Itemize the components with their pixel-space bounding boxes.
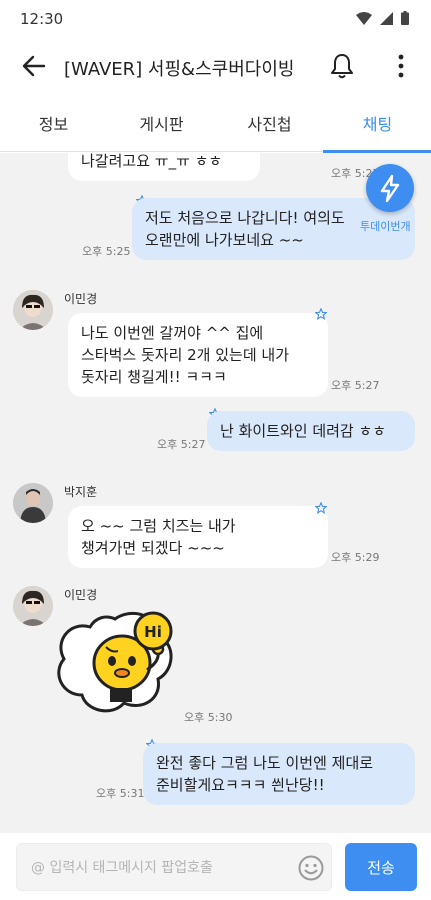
battery-icon [401,11,409,25]
status-time: 12:30 [20,10,64,28]
favorite-star-icon[interactable] [315,502,327,514]
back-arrow-icon[interactable] [20,52,48,80]
status-bar: 12:30 [0,0,431,38]
avatar[interactable] [13,290,53,330]
sticker-text: Hi [144,623,162,641]
message-time: 오후 5:27 [157,438,206,451]
favorite-star-icon[interactable] [315,308,327,320]
avatar[interactable] [13,586,53,626]
app-bar: [WAVER] 서핑&스쿠버다이빙 [0,38,431,96]
avatar[interactable] [13,483,53,523]
notification-bell-icon[interactable] [327,51,357,81]
quick-meetup-label[interactable]: 투데이번개 [360,218,411,234]
emoji-icon[interactable] [297,854,325,882]
message-bubble-outgoing[interactable]: 난 화이트와인 데려감 ㅎㅎ [207,411,415,451]
status-icons [356,11,409,25]
chat-message-list[interactable]: 나갈려고요 ㅠ_ㅠ ㅎㅎ 오후 5:27 저도 처음으로 나갑니다! 여의도 오… [0,153,431,833]
cellular-signal-icon [380,11,393,25]
message-time: 오후 5:27 [331,379,380,392]
message-bubble-incoming[interactable]: 나도 이번엔 갈꺼야 ^^ 집에 스타벅스 돗자리 2개 있는데 내가 돗자리 … [68,313,328,397]
sender-name: 박지훈 [64,485,98,499]
message-input[interactable] [31,857,286,879]
message-time: 오후 5:25 [82,245,131,258]
sender-name: 이민경 [64,588,98,602]
message-time: 오후 5:31 [96,787,145,800]
tab-bar: 정보 게시판 사진첩 채팅 [0,96,431,152]
message-bubble-incoming[interactable]: 나갈려고요 ㅠ_ㅠ ㅎㅎ [68,153,260,181]
chat-room-title: [WAVER] 서핑&스쿠버다이빙 [64,59,295,80]
send-button[interactable]: 전송 [345,843,417,891]
wifi-icon [356,11,372,25]
more-options-icon[interactable] [390,51,412,81]
message-composer: 전송 [0,833,431,900]
message-time: 오후 5:29 [331,551,380,564]
tab-album[interactable]: 사진첩 [216,96,323,152]
tab-board[interactable]: 게시판 [108,96,215,152]
message-bubble-incoming[interactable]: 오 ~~ 그럼 치즈는 내가 챙겨가면 되겠다 ~~~ [68,506,328,568]
tab-info[interactable]: 정보 [0,96,107,152]
message-bubble-outgoing[interactable]: 완전 좋다 그럼 나도 이번엔 제대로 준비할게요ㅋㅋㅋ 씐난당!! [143,743,415,805]
message-time: 오후 5:30 [184,711,233,724]
hi-sticker[interactable]: Hi [50,603,180,723]
message-input-container[interactable] [16,843,332,891]
tab-chat[interactable]: 채팅 [324,96,431,152]
lightning-icon [380,174,400,203]
quick-meetup-button[interactable] [366,164,414,212]
sender-name: 이민경 [64,292,98,306]
